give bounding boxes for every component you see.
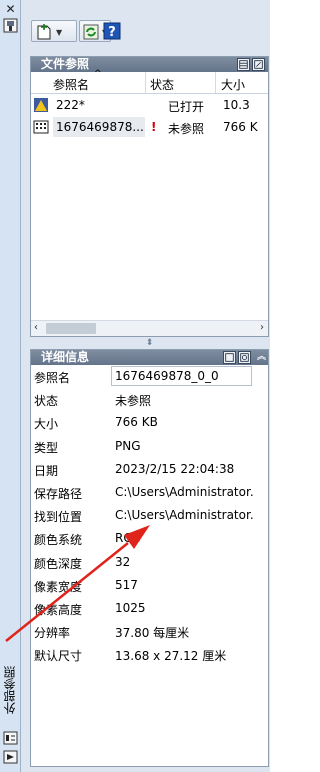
horizontal-scrollbar[interactable]: ‹ › <box>31 320 268 336</box>
reference-size: 766 K <box>223 120 258 134</box>
detail-value: PNG <box>115 438 141 453</box>
detail-value: 32 <box>115 554 131 569</box>
detail-key: 保存路径 <box>34 486 83 501</box>
detail-key: 颜色系统 <box>34 533 83 548</box>
detail-key: 大小 <box>34 417 59 432</box>
scroll-thumb[interactable] <box>46 323 96 334</box>
refresh-icon[interactable] <box>82 23 100 41</box>
reference-name: 1676469878... <box>56 120 144 134</box>
detail-value: 13.68 x 27.12 厘米 <box>115 649 227 664</box>
column-size[interactable]: 大小 <box>221 76 245 93</box>
palette-title: 外部参照 <box>3 666 17 714</box>
detail-value: 1676469878_0_0 <box>115 369 219 383</box>
detail-key: 像素高度 <box>34 602 83 617</box>
detail-row: 状态 未参照 <box>31 388 268 411</box>
detail-key: 参照名 <box>34 371 71 385</box>
detail-row: 类型 PNG <box>31 435 268 458</box>
dwg-file-icon <box>34 98 48 112</box>
detail-row: 颜色深度 32 <box>31 551 268 574</box>
auto-hide-icon[interactable] <box>3 18 18 33</box>
reference-status: 已打开 <box>168 100 205 114</box>
detail-value: 766 KB <box>115 415 158 430</box>
collapse-icon[interactable]: ︽ <box>257 350 266 365</box>
toolbar: ▼ ▼ ? <box>21 0 270 48</box>
help-button-group: ? <box>101 20 123 42</box>
close-icon[interactable]: ✕ <box>4 3 17 16</box>
detail-row: 像素宽度 517 <box>31 574 268 597</box>
detail-key: 分辨率 <box>34 626 71 641</box>
detail-key: 类型 <box>34 440 59 455</box>
list-item[interactable]: 222* 已打开 10.3 <box>31 94 268 116</box>
sort-ascending-icon: ^ <box>94 69 102 79</box>
detail-row: 保存路径 C:\Users\Administrator. <box>31 481 268 504</box>
list-item[interactable]: 1676469878... ! 未参照 766 K <box>31 116 268 138</box>
detail-key: 状态 <box>34 394 59 409</box>
palette-side-strip: ✕ 外部参照 <box>0 0 21 772</box>
detail-key: 像素宽度 <box>34 579 83 594</box>
column-divider[interactable] <box>145 72 146 93</box>
detail-row: 日期 2023/2/15 22:04:38 <box>31 458 268 481</box>
help-icon[interactable]: ? <box>103 22 121 40</box>
reference-status: 未参照 <box>168 122 205 136</box>
detail-key: 找到位置 <box>34 510 83 525</box>
external-references-panel: ▼ ▼ ? 文件参照 <box>21 0 270 772</box>
detail-value: 未参照 <box>115 394 152 409</box>
svg-text:?: ? <box>108 25 116 40</box>
reference-name: 222* <box>56 98 85 112</box>
details-header: 详细信息 ︽ <box>31 350 268 365</box>
detail-row: 颜色系统 RGB <box>31 527 268 550</box>
detail-row: 默认尺寸 13.68 x 27.12 厘米 <box>31 643 268 666</box>
attach-dropdown-caret[interactable]: ▼ <box>56 29 62 37</box>
preview-icon[interactable] <box>238 351 251 364</box>
splitter-handle[interactable]: ⬍ <box>30 337 269 349</box>
reference-alert: ! <box>151 120 157 134</box>
details-title: 详细信息 <box>41 350 90 364</box>
detail-row: 参照名 1676469878_0_0 <box>31 365 268 388</box>
file-references-title: 文件参照 <box>41 57 90 71</box>
detail-value: 37.80 每厘米 <box>115 626 190 641</box>
file-references-section: 文件参照 参照名 ^ 状态 大小 222* 已打开 10.3 167646987… <box>30 56 269 337</box>
details-section: 详细信息 ︽ 参照名 1676469878_0_0 状态 未参照 大小 766 … <box>30 349 269 767</box>
properties-icon[interactable] <box>3 731 18 745</box>
attach-dwg-icon[interactable] <box>35 23 53 41</box>
tree-view-icon[interactable] <box>252 58 265 71</box>
detail-value: 2023/2/15 22:04:38 <box>115 461 235 476</box>
detail-value: 1025 <box>115 600 146 615</box>
detail-key: 日期 <box>34 463 59 478</box>
scroll-left-icon[interactable]: ‹ <box>34 322 38 333</box>
detail-row: 大小 766 KB <box>31 411 268 434</box>
column-name[interactable]: 参照名 <box>53 76 89 93</box>
file-references-header: 文件参照 <box>31 57 268 72</box>
reference-size: 10.3 <box>223 98 250 112</box>
detail-row: 分辨率 37.80 每厘米 <box>31 620 268 643</box>
palette-menu-icon[interactable] <box>3 750 18 764</box>
detail-value: 517 <box>115 577 138 592</box>
file-references-column-header: 参照名 ^ 状态 大小 <box>31 69 268 94</box>
scroll-right-icon[interactable]: › <box>260 322 264 333</box>
raster-image-icon <box>33 120 49 134</box>
detail-value: RGB <box>115 531 141 546</box>
detail-value: C:\Users\Administrator. <box>115 484 254 499</box>
attach-button-group: ▼ <box>31 20 77 42</box>
details-view-icon[interactable] <box>223 351 236 364</box>
column-divider[interactable] <box>215 72 216 93</box>
detail-value[interactable]: C:\Users\Administrator. <box>115 508 254 522</box>
detail-key: 颜色深度 <box>34 556 83 571</box>
detail-row: 像素高度 1025 <box>31 597 268 620</box>
column-status[interactable]: 状态 <box>150 76 174 93</box>
list-view-icon[interactable] <box>237 58 250 71</box>
detail-row: 找到位置 C:\Users\Administrator. <box>31 504 268 527</box>
detail-key: 默认尺寸 <box>34 649 83 664</box>
